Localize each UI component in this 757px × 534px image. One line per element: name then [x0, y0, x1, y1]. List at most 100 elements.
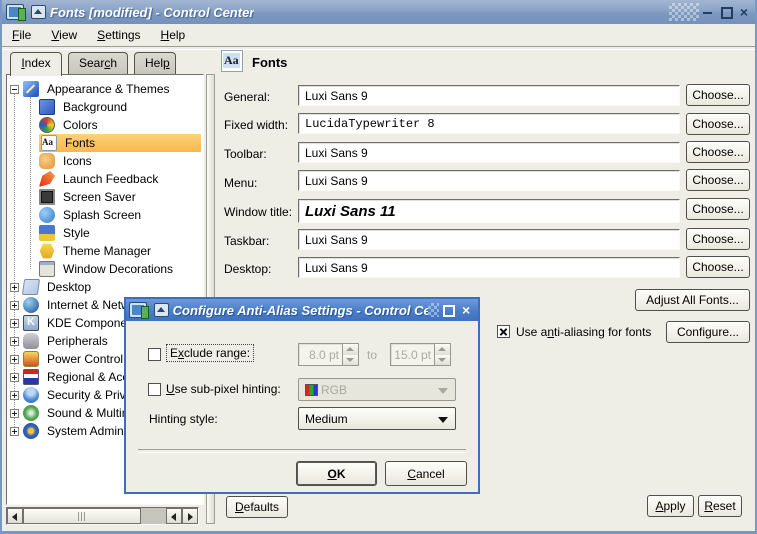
colors-icon [39, 117, 55, 133]
exclude-range-label[interactable]: Exclude range: [166, 344, 254, 362]
menu-help[interactable]: Help [151, 26, 196, 44]
expand-icon[interactable] [10, 283, 19, 292]
dialog-maximize-button[interactable] [441, 303, 455, 317]
choose-taskbar-button[interactable]: Choose... [686, 228, 750, 250]
maximize-button[interactable] [719, 5, 733, 19]
hinting-style-dropdown[interactable]: Medium [298, 407, 456, 430]
expand-icon[interactable] [10, 409, 19, 418]
desktop-label: Desktop: [224, 262, 271, 276]
spin-down-icon[interactable] [435, 355, 450, 366]
taskbar-label: Taskbar: [224, 234, 269, 248]
window-title-label: Window title: [224, 205, 292, 219]
dialog-titlebar: Configure Anti-Alias Settings - Control … [126, 299, 478, 321]
menubar: File View Settings Help [2, 24, 755, 46]
tree-item-power-control[interactable]: Power Control [10, 350, 126, 368]
scroll-right-button[interactable] [182, 508, 198, 524]
antialias-label[interactable]: Use anti-aliasing for fonts [516, 325, 651, 339]
chevron-down-icon [438, 417, 448, 423]
menu-settings[interactable]: Settings [87, 26, 150, 44]
menubar-separator [2, 46, 755, 50]
close-button[interactable]: × [737, 5, 751, 19]
tree-item-window-decorations[interactable]: Window Decorations [39, 260, 176, 278]
tree-item-icons[interactable]: Icons [39, 152, 95, 170]
apply-button[interactable]: Apply [647, 495, 694, 517]
exclude-to-spinbox[interactable]: 15.0 pt [390, 343, 451, 366]
expand-icon[interactable] [10, 355, 19, 364]
tab-search[interactable]: Search [68, 52, 128, 74]
expand-icon[interactable] [10, 373, 19, 382]
subpixel-type-dropdown[interactable]: RGB [298, 378, 456, 401]
control-center-app-icon [129, 302, 147, 318]
menu-view[interactable]: View [41, 26, 87, 44]
tab-index[interactable]: Index [10, 52, 62, 76]
scrollbar-track[interactable] [141, 508, 167, 524]
window-decorations-icon [39, 261, 55, 277]
fonts-header-icon: Aa [221, 50, 243, 72]
tree-item-appearance-themes[interactable]: Appearance & Themes [10, 80, 173, 98]
tree-item-style[interactable]: Style [39, 224, 93, 242]
icons-icon [39, 153, 55, 169]
expand-icon[interactable] [10, 319, 19, 328]
configure-antialias-dialog: Configure Anti-Alias Settings - Control … [124, 297, 480, 494]
tree-item-desktop[interactable]: Desktop [10, 278, 94, 296]
choose-menu-button[interactable]: Choose... [686, 169, 750, 191]
ok-button[interactable]: OK [296, 461, 377, 486]
exclude-from-spinbox[interactable]: 8.0 pt [298, 343, 359, 366]
fixed-width-font-preview: LucidaTypewriter 8 [298, 113, 680, 134]
window-title-font-preview: Luxi Sans 11 [298, 199, 680, 223]
expand-icon[interactable] [10, 391, 19, 400]
spin-up-icon[interactable] [435, 344, 450, 355]
expand-icon[interactable] [10, 337, 19, 346]
tab-help[interactable]: Help [134, 52, 176, 74]
shade-button[interactable] [154, 303, 169, 317]
background-icon [39, 99, 55, 115]
adjust-all-fonts-button[interactable]: Adjust All Fonts... [635, 289, 750, 311]
chevron-down-icon [438, 388, 448, 394]
subpixel-hinting-checkbox[interactable] [148, 383, 161, 396]
desktop-font-preview: Luxi Sans 9 [298, 257, 680, 278]
choose-general-button[interactable]: Choose... [686, 84, 750, 106]
tree-item-screen-saver[interactable]: Screen Saver [39, 188, 139, 206]
cancel-button[interactable]: Cancel [385, 461, 467, 486]
menu-file[interactable]: File [2, 26, 41, 44]
tree-guide-line [30, 97, 31, 269]
expand-icon[interactable] [10, 427, 19, 436]
tree-item-theme-manager[interactable]: Theme Manager [39, 242, 154, 260]
tree-item-peripherals[interactable]: Peripherals [10, 332, 111, 350]
style-icon [39, 225, 55, 241]
choose-fixed-width-button[interactable]: Choose... [686, 113, 750, 135]
shade-button[interactable] [31, 5, 46, 19]
configure-antialias-button[interactable]: Configure... [666, 321, 750, 343]
dialog-separator [138, 449, 466, 453]
choose-desktop-button[interactable]: Choose... [686, 256, 750, 278]
defaults-button[interactable]: Defaults [226, 496, 288, 518]
tree-item-fonts[interactable]: Fonts [39, 134, 201, 152]
spin-down-icon[interactable] [343, 355, 358, 366]
theme-manager-icon [39, 243, 55, 259]
minimize-button[interactable] [701, 5, 715, 19]
taskbar-font-preview: Luxi Sans 9 [298, 229, 680, 250]
scroll-left-button[interactable] [166, 508, 182, 524]
spin-up-icon[interactable] [343, 344, 358, 355]
scroll-left-button[interactable] [7, 508, 23, 524]
power-control-icon [23, 351, 39, 367]
expand-icon[interactable] [10, 301, 19, 310]
fonts-icon [41, 135, 57, 151]
collapse-icon[interactable] [10, 85, 19, 94]
dialog-close-button[interactable]: × [459, 303, 473, 317]
tree-item-colors[interactable]: Colors [39, 116, 101, 134]
to-label: to [367, 348, 377, 362]
choose-toolbar-button[interactable]: Choose... [686, 141, 750, 163]
page-title: Fonts [252, 55, 287, 70]
scrollbar-thumb[interactable] [23, 508, 141, 524]
exclude-range-checkbox[interactable] [148, 348, 161, 361]
tree-item-background[interactable]: Background [39, 98, 130, 116]
tree-item-splash-screen[interactable]: Splash Screen [39, 206, 144, 224]
subpixel-hinting-label[interactable]: Use sub-pixel hinting: [166, 382, 281, 396]
tree-item-launch-feedback[interactable]: Launch Feedback [39, 170, 161, 188]
menu-label: Menu: [224, 176, 257, 190]
control-center-app-icon [6, 4, 24, 20]
antialias-checkbox[interactable] [497, 325, 510, 338]
choose-window-title-button[interactable]: Choose... [686, 198, 750, 220]
reset-button[interactable]: Reset [698, 495, 742, 517]
